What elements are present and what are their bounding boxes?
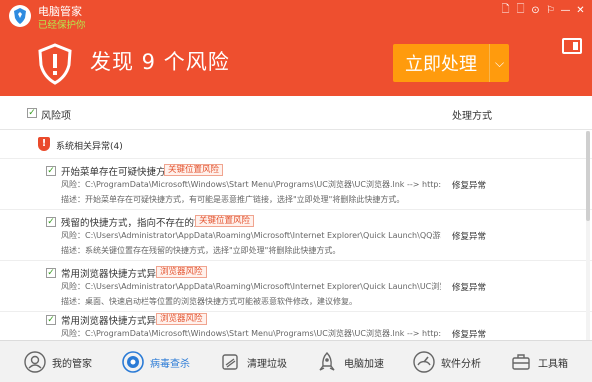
column-action: 处理方式 [452, 111, 492, 122]
nav-speedup[interactable]: 电脑加速 [316, 341, 384, 382]
list-item: ✓ 开始菜单存在可疑快捷方式 关键位置风险 风险：C:\ProgramData\… [0, 159, 592, 210]
risk-tag: 浏览器风险 [156, 313, 207, 325]
list-item: ✓ 常用浏览器快捷方式异常 浏览器风险 风险：C:\ProgramData\Mi… [0, 308, 592, 340]
minimize-icon[interactable]: — [558, 3, 573, 18]
nav-software[interactable]: 软件分析 [413, 341, 481, 382]
nav-toolbox[interactable]: 工具箱 [510, 341, 568, 382]
item-title: 常用浏览器快捷方式异常 [61, 269, 166, 280]
shield-warning-icon [38, 43, 72, 85]
nav-my-manager[interactable]: 我的管家 [24, 341, 92, 382]
item-desc: 描述：桌面、快速启动栏等位置的浏览器快捷方式可能被恶意软件修改，建议修复。 [61, 297, 357, 306]
item-title: 开始菜单存在可疑快捷方式 [61, 167, 176, 178]
item-checkbox[interactable]: ✓ [46, 217, 56, 227]
item-path: 风险：C:\Users\Administrator\AppData\Roamin… [61, 282, 441, 291]
bottom-nav: 我的管家 病毒查杀 清理垃圾 电脑加速 软件分析 工具箱 [0, 340, 592, 382]
fix-now-button[interactable]: 立即处理 ⌵ [393, 44, 509, 82]
close-icon[interactable]: ✕ [573, 3, 588, 18]
risk-tag: 关键位置风险 [164, 164, 224, 176]
group-name: 系统相关异常(4) [56, 142, 123, 152]
menu-icon[interactable]: ⚐ [543, 3, 558, 18]
item-path: 风险：C:\Users\Administrator\AppData\Roamin… [61, 231, 441, 240]
item-action[interactable]: 修复异常 [452, 179, 486, 191]
nav-label: 我的管家 [52, 358, 92, 370]
broom-icon [222, 354, 238, 370]
scrollbar-thumb[interactable] [586, 131, 590, 221]
item-desc: 描述：系统关键位置存在残留的快捷方式，选择"立即处理"将删除此快捷方式。 [61, 246, 341, 255]
nav-label: 清理垃圾 [247, 358, 287, 370]
list-item: ✓ 常用浏览器快捷方式异常 浏览器风险 风险：C:\Users\Administ… [0, 261, 592, 312]
nav-cleanup[interactable]: 清理垃圾 [219, 341, 287, 382]
nav-virus-scan[interactable]: 病毒查杀 [122, 341, 190, 382]
list-scrollbar[interactable] [586, 131, 590, 340]
item-checkbox[interactable]: ✓ [46, 315, 56, 325]
column-header: ✓ 风险项 处理方式 [0, 96, 592, 130]
header-bar: 电脑管家 已经保护你 🗋 🗌 ⊙ ⚐ — ✕ 发现 9 个风险 立即处理 ⌵ [0, 0, 592, 96]
settings-icon[interactable]: ⊙ [528, 3, 543, 18]
rocket-icon [319, 352, 335, 371]
item-action[interactable]: 修复异常 [452, 281, 486, 293]
column-risk: 风险项 [41, 111, 71, 122]
item-path: 风险：C:\ProgramData\Microsoft\Windows\Star… [61, 329, 441, 338]
sidebar-toggle-icon[interactable] [562, 38, 582, 54]
item-action[interactable]: 修复异常 [452, 230, 486, 242]
fix-now-label: 立即处理 [405, 54, 477, 75]
nav-label: 软件分析 [441, 358, 481, 370]
item-title: 常用浏览器快捷方式异常 [61, 316, 166, 327]
nav-label: 工具箱 [538, 358, 568, 370]
tencent-logo-icon [9, 5, 31, 27]
item-path: 风险：C:\ProgramData\Microsoft\Windows\Star… [61, 180, 441, 189]
window-controls: 🗋 🗌 ⊙ ⚐ — ✕ [498, 3, 588, 18]
item-desc: 描述：开始菜单存在可疑快捷方式，有可能是恶意推广链接，选择"立即处理"将删除此快… [61, 195, 405, 204]
item-checkbox[interactable]: ✓ [46, 166, 56, 176]
risk-tag: 关键位置风险 [195, 215, 255, 227]
risk-group[interactable]: ! 系统相关异常(4) [0, 131, 592, 159]
risk-tag: 浏览器风险 [156, 266, 207, 278]
risk-headline: 发现 9 个风险 [90, 50, 230, 74]
item-action[interactable]: 修复异常 [452, 328, 486, 340]
skin-icon[interactable]: 🗋 [498, 3, 513, 18]
item-checkbox[interactable]: ✓ [46, 268, 56, 278]
nav-label: 电脑加速 [344, 358, 384, 370]
select-all-checkbox[interactable]: ✓ [27, 108, 37, 118]
toolbox-icon [512, 354, 530, 370]
chevron-down-icon[interactable]: ⌵ [490, 56, 509, 71]
user-icon [24, 351, 46, 373]
warning-icon: ! [38, 137, 50, 151]
item-title: 残留的快捷方式，指向不存在的文件 [61, 218, 214, 229]
feedback-icon[interactable]: 🗌 [513, 3, 528, 18]
risk-list: ! 系统相关异常(4) ✓ 开始菜单存在可疑快捷方式 关键位置风险 风险：C:\… [0, 131, 592, 340]
virus-scan-icon [122, 351, 144, 373]
list-item: ✓ 残留的快捷方式，指向不存在的文件 关键位置风险 风险：C:\Users\Ad… [0, 210, 592, 261]
nav-label: 病毒查杀 [150, 358, 190, 370]
gauge-icon [413, 351, 435, 373]
app-subtitle[interactable]: 已经保护你 [38, 17, 86, 31]
